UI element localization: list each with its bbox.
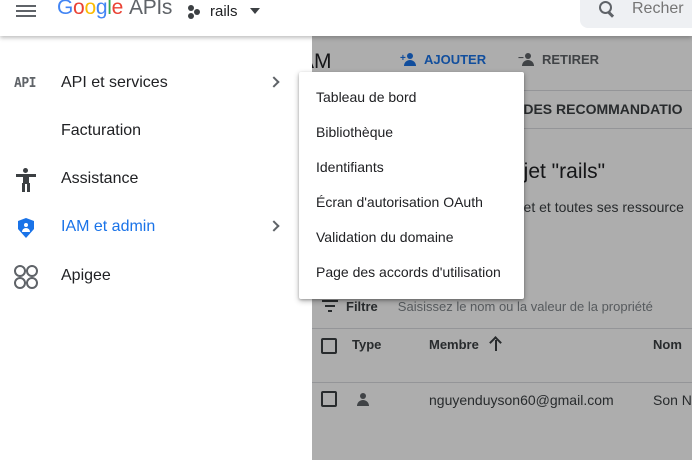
- sidebar-item-iam-admin[interactable]: IAM et admin: [0, 204, 312, 252]
- submenu-item-library[interactable]: Bibliothèque: [299, 115, 524, 150]
- sidebar-item-label: Facturation: [61, 122, 142, 139]
- chevron-right-icon: [268, 220, 280, 232]
- search-icon[interactable]: [598, 0, 616, 18]
- sidebar-item-apigee[interactable]: Apigee: [0, 253, 312, 301]
- billing-icon: [14, 120, 38, 144]
- sidebar-item-api-services[interactable]: API API et services: [0, 60, 312, 108]
- search-box[interactable]: [580, 0, 692, 28]
- sidebar-item-label: Assistance: [61, 170, 139, 187]
- caret-down-icon: [249, 8, 260, 14]
- top-app-bar: Google APIs rails: [0, 0, 692, 36]
- navigation-drawer: API API et services Facturation Assistan…: [0, 36, 312, 460]
- chevron-right-icon: [268, 76, 280, 88]
- submenu-item-oauth-consent[interactable]: Écran d'autorisation OAuth: [299, 185, 524, 220]
- sidebar-item-billing[interactable]: Facturation: [0, 108, 312, 156]
- submenu-item-credentials[interactable]: Identifiants: [299, 150, 524, 185]
- sidebar-item-support[interactable]: Assistance: [0, 156, 312, 204]
- sidebar-item-label: API et services: [61, 74, 168, 91]
- api-icon: API: [14, 76, 36, 91]
- project-selector[interactable]: rails: [186, 0, 260, 22]
- project-name: rails: [210, 2, 238, 20]
- accessibility-icon: [14, 168, 38, 192]
- shield-icon: [14, 216, 38, 240]
- hamburger-menu-icon[interactable]: [14, 2, 38, 22]
- apigee-icon: [14, 265, 38, 289]
- api-services-submenu: Tableau de bord Bibliothèque Identifiant…: [299, 72, 524, 299]
- search-input[interactable]: [632, 0, 692, 18]
- google-apis-logo[interactable]: Google APIs: [57, 0, 172, 20]
- submenu-item-dashboard[interactable]: Tableau de bord: [299, 80, 524, 115]
- submenu-item-usage-agreements[interactable]: Page des accords d'utilisation: [299, 255, 524, 290]
- sidebar-item-label: Apigee: [61, 267, 111, 284]
- sidebar-item-label: IAM et admin: [61, 218, 156, 235]
- submenu-item-domain-verification[interactable]: Validation du domaine: [299, 220, 524, 255]
- project-dots-icon: [186, 3, 202, 19]
